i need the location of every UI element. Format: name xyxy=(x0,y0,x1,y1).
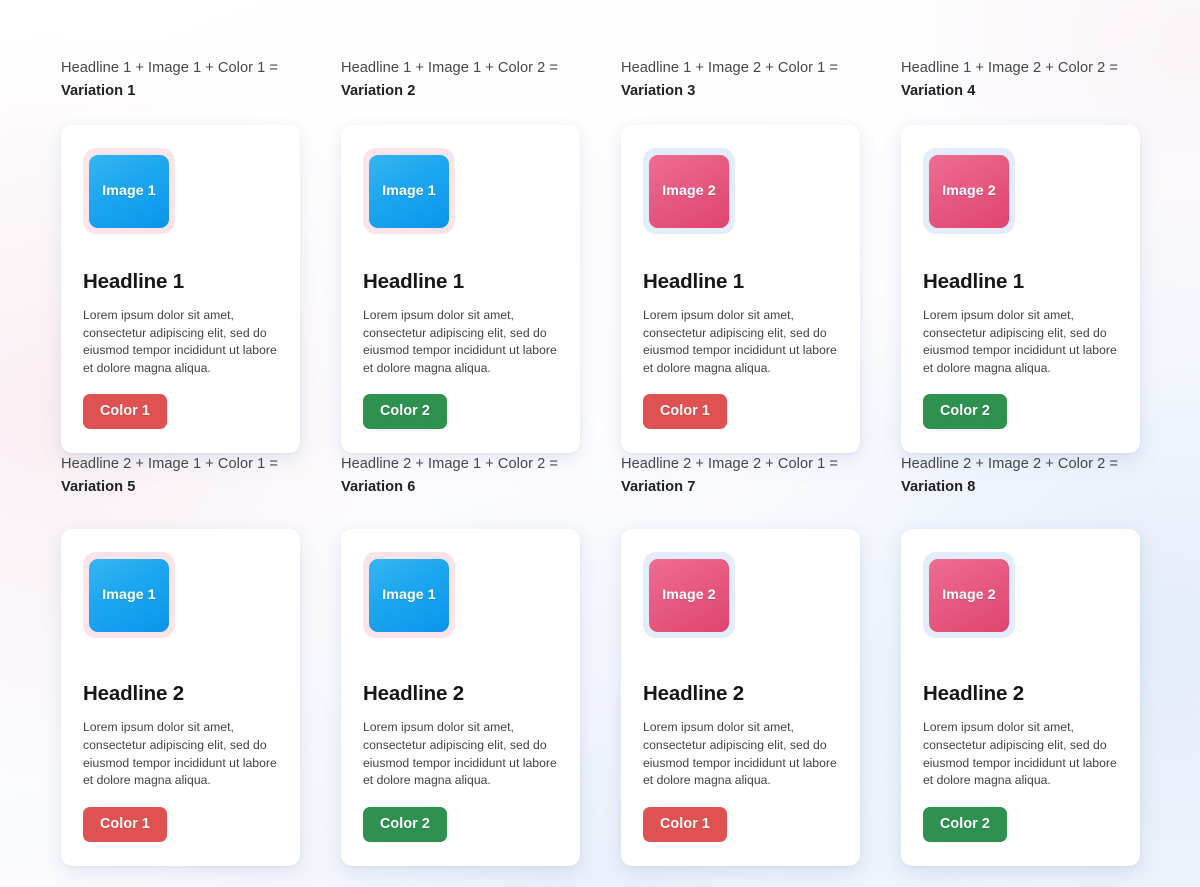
caption-variation-name: Variation 3 xyxy=(621,83,696,99)
caption-formula: Headline 2 + Image 1 + Color 1 = xyxy=(61,456,278,473)
card-cta-button[interactable]: Color 1 xyxy=(83,806,167,842)
image-glow-halo: Image 1 xyxy=(83,148,175,234)
card-body-text: Lorem ipsum dolor sit amet, consectetur … xyxy=(83,308,277,375)
card-body-text: Lorem ipsum dolor sit amet, consectetur … xyxy=(363,720,557,788)
variations-page: Headline 1 + Image 1 + Color 1 = Variati… xyxy=(0,0,1200,887)
card-cta-button[interactable]: Color 1 xyxy=(643,806,727,842)
image-thumbnail-label: Image 2 xyxy=(662,587,716,604)
image-thumbnail-label: Image 1 xyxy=(382,183,436,199)
variation-caption: Headline 2 + Image 1 + Color 1 = Variati… xyxy=(61,453,300,499)
variation-card[interactable]: Image 2 Headline 2 Lorem ipsum dolor sit… xyxy=(621,529,860,866)
variation-card[interactable]: Image 2 Headline 2 Lorem ipsum dolor sit… xyxy=(901,529,1140,866)
variation-cell-1: Headline 1 + Image 1 + Color 1 = Variati… xyxy=(61,57,300,454)
variation-cell-6: Headline 2 + Image 1 + Color 2 = Variati… xyxy=(341,453,580,866)
caption-variation-name: Variation 1 xyxy=(61,83,136,99)
image-thumbnail: Image 2 xyxy=(649,558,729,632)
card-cta-button[interactable]: Color 2 xyxy=(363,806,447,842)
caption-formula: Headline 2 + Image 1 + Color 2 = xyxy=(341,456,558,473)
image-thumbnail-label: Image 1 xyxy=(102,587,156,604)
caption-variation-name: Variation 5 xyxy=(61,479,136,496)
caption-formula: Headline 2 + Image 2 + Color 2 = xyxy=(901,456,1118,473)
image-glow-halo: Image 1 xyxy=(363,552,455,639)
card-headline: Headline 2 xyxy=(83,682,185,706)
variation-caption: Headline 1 + Image 1 + Color 1 = Variati… xyxy=(61,57,300,103)
variation-caption: Headline 2 + Image 2 + Color 1 = Variati… xyxy=(621,453,860,499)
caption-formula: Headline 1 + Image 1 + Color 2 = xyxy=(341,60,558,76)
image-thumbnail: Image 1 xyxy=(89,558,169,632)
card-headline: Headline 2 xyxy=(643,682,745,706)
image-thumbnail-label: Image 2 xyxy=(942,183,996,199)
card-headline: Headline 2 xyxy=(923,682,1025,706)
card-cta-button[interactable]: Color 2 xyxy=(923,806,1007,842)
caption-variation-name: Variation 7 xyxy=(621,479,696,496)
caption-variation-name: Variation 8 xyxy=(901,479,976,496)
image-thumbnail: Image 2 xyxy=(929,154,1009,228)
card-body-text: Lorem ipsum dolor sit amet, consectetur … xyxy=(923,308,1117,375)
variation-card[interactable]: Image 1 Headline 2 Lorem ipsum dolor sit… xyxy=(341,529,580,866)
card-headline: Headline 1 xyxy=(83,270,185,293)
card-headline: Headline 1 xyxy=(643,270,745,293)
card-body-text: Lorem ipsum dolor sit amet, consectetur … xyxy=(923,720,1117,788)
variation-card[interactable]: Image 1 Headline 1 Lorem ipsum dolor sit… xyxy=(341,125,580,454)
variations-grid: Headline 1 + Image 1 + Color 1 = Variati… xyxy=(61,57,1148,866)
image-glow-halo: Image 2 xyxy=(643,552,735,639)
caption-variation-name: Variation 4 xyxy=(901,83,976,99)
caption-variation-name: Variation 6 xyxy=(341,479,416,496)
variation-cell-2: Headline 1 + Image 1 + Color 2 = Variati… xyxy=(341,57,580,454)
variation-caption: Headline 1 + Image 2 + Color 2 = Variati… xyxy=(901,57,1140,103)
caption-formula: Headline 2 + Image 2 + Color 1 = xyxy=(621,456,838,473)
card-headline: Headline 1 xyxy=(923,270,1025,293)
caption-formula: Headline 1 + Image 2 + Color 1 = xyxy=(621,60,838,76)
image-glow-halo: Image 2 xyxy=(923,552,1015,639)
variation-caption: Headline 2 + Image 1 + Color 2 = Variati… xyxy=(341,453,580,499)
card-body-text: Lorem ipsum dolor sit amet, consectetur … xyxy=(83,720,277,788)
variation-caption: Headline 2 + Image 2 + Color 2 = Variati… xyxy=(901,453,1140,499)
variation-cell-8: Headline 2 + Image 2 + Color 2 = Variati… xyxy=(901,453,1140,866)
variation-card[interactable]: Image 1 Headline 2 Lorem ipsum dolor sit… xyxy=(61,529,300,866)
caption-formula: Headline 1 + Image 2 + Color 2 = xyxy=(901,60,1118,76)
image-glow-halo: Image 1 xyxy=(83,552,175,639)
caption-formula: Headline 1 + Image 1 + Color 1 = xyxy=(61,60,278,76)
image-thumbnail-label: Image 1 xyxy=(102,183,156,199)
variation-card[interactable]: Image 1 Headline 1 Lorem ipsum dolor sit… xyxy=(61,125,300,454)
variation-cell-3: Headline 1 + Image 2 + Color 1 = Variati… xyxy=(621,57,860,454)
card-cta-button[interactable]: Color 1 xyxy=(83,394,167,430)
card-body-text: Lorem ipsum dolor sit amet, consectetur … xyxy=(643,308,837,375)
card-body-text: Lorem ipsum dolor sit amet, consectetur … xyxy=(643,720,837,788)
card-headline: Headline 1 xyxy=(363,270,465,293)
image-thumbnail: Image 2 xyxy=(649,154,729,228)
card-body-text: Lorem ipsum dolor sit amet, consectetur … xyxy=(363,308,557,375)
image-thumbnail-label: Image 2 xyxy=(662,183,716,199)
card-headline: Headline 2 xyxy=(363,682,465,706)
variation-card[interactable]: Image 2 Headline 1 Lorem ipsum dolor sit… xyxy=(901,125,1140,454)
card-cta-button[interactable]: Color 1 xyxy=(643,394,727,430)
image-thumbnail-label: Image 2 xyxy=(942,587,996,604)
image-thumbnail: Image 1 xyxy=(369,154,449,228)
variation-cell-7: Headline 2 + Image 2 + Color 1 = Variati… xyxy=(621,453,860,866)
image-thumbnail: Image 2 xyxy=(929,558,1009,632)
variation-cell-5: Headline 2 + Image 1 + Color 1 = Variati… xyxy=(61,453,300,866)
image-glow-halo: Image 2 xyxy=(643,148,735,234)
image-thumbnail-label: Image 1 xyxy=(382,587,436,604)
image-thumbnail: Image 1 xyxy=(89,154,169,228)
card-cta-button[interactable]: Color 2 xyxy=(363,394,447,430)
image-glow-halo: Image 1 xyxy=(363,148,455,234)
image-thumbnail: Image 1 xyxy=(369,558,449,632)
variation-caption: Headline 1 + Image 2 + Color 1 = Variati… xyxy=(621,57,860,103)
variation-caption: Headline 1 + Image 1 + Color 2 = Variati… xyxy=(341,57,580,103)
variation-card[interactable]: Image 2 Headline 1 Lorem ipsum dolor sit… xyxy=(621,125,860,454)
variation-cell-4: Headline 1 + Image 2 + Color 2 = Variati… xyxy=(901,57,1140,454)
image-glow-halo: Image 2 xyxy=(923,148,1015,234)
card-cta-button[interactable]: Color 2 xyxy=(923,394,1007,430)
caption-variation-name: Variation 2 xyxy=(341,83,416,99)
